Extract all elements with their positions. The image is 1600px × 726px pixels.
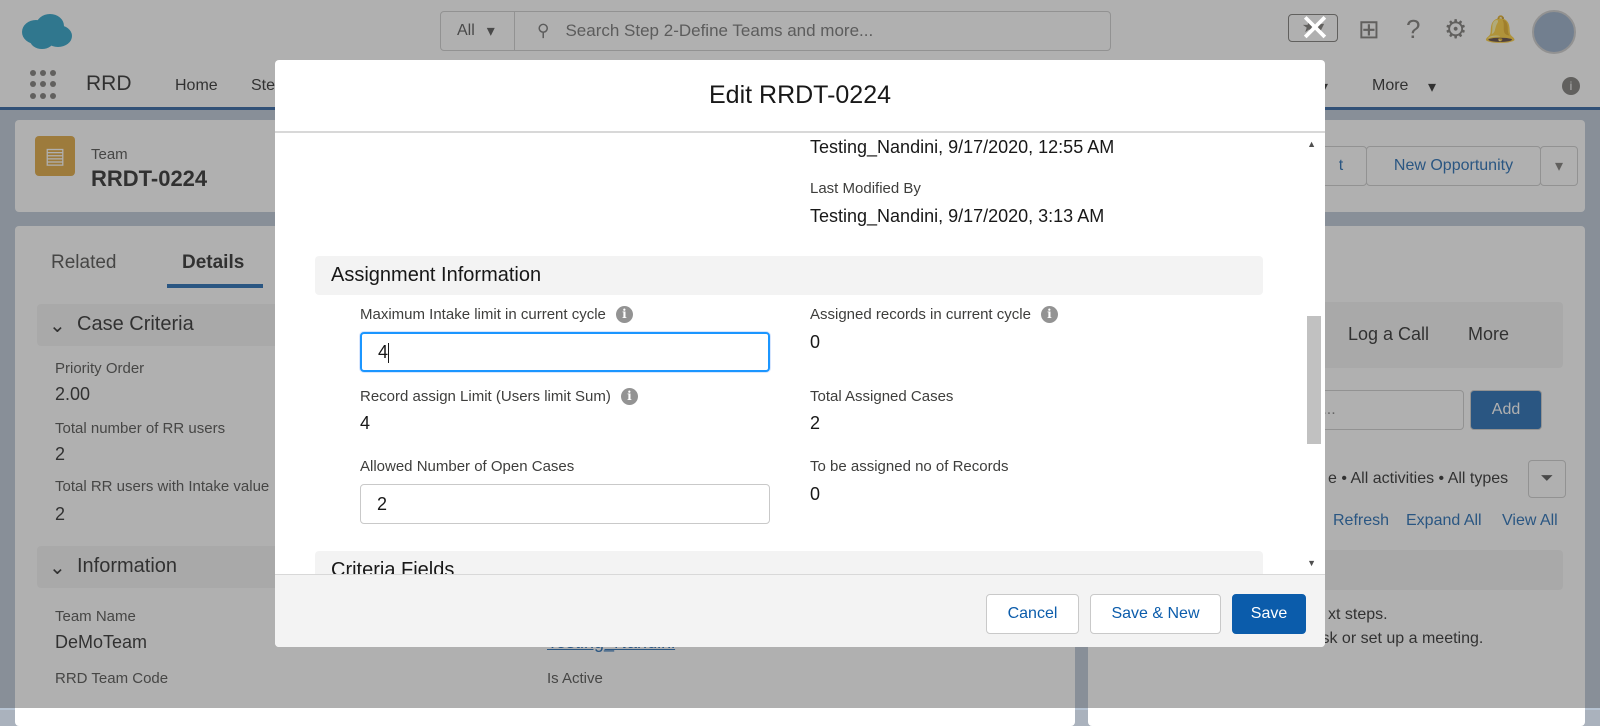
text-cursor (388, 343, 390, 364)
save-and-new-button[interactable]: Save & New (1090, 594, 1221, 634)
scrollbar-thumb[interactable] (1307, 316, 1321, 444)
record-assign-limit-label: Record assign Limit (Users limit Sum) i (360, 388, 638, 405)
assigned-records-label: Assigned records in current cycle i (810, 306, 1058, 323)
scroll-up-icon[interactable]: ▲ (1307, 139, 1316, 149)
field-label-text: Record assign Limit (Users limit Sum) (360, 388, 611, 405)
modal-body: Testing_Nandini, 9/17/2020, 12:55 AM Las… (275, 133, 1325, 574)
allowed-open-cases-input[interactable]: 2 (360, 484, 770, 524)
modal-footer: Cancel Save & New Save (275, 574, 1325, 647)
total-assigned-cases-value: 2 (810, 413, 821, 433)
info-icon[interactable]: i (620, 388, 638, 405)
last-modified-label: Last Modified By (810, 180, 921, 197)
modal-title: Edit RRDT-0224 (708, 81, 892, 109)
field-label-text: Total Assigned Cases (810, 388, 954, 405)
allowed-open-cases-value: 2 (377, 494, 388, 514)
cancel-button[interactable]: Cancel (986, 594, 1079, 634)
last-modified-value: Testing_Nandini, 9/17/2020, 3:13 AM (810, 206, 1105, 226)
to-be-assigned-value: 0 (810, 484, 821, 504)
max-intake-label: Maximum Intake limit in current cycle i (360, 306, 633, 323)
save-button[interactable]: Save (1232, 594, 1306, 634)
created-by-value: Testing_Nandini, 9/17/2020, 12:55 AM (810, 137, 1115, 157)
close-icon[interactable]: ✕ (1298, 10, 1332, 48)
criteria-fields-section: Criteria Fields (315, 551, 1263, 574)
assigned-records-value: 0 (810, 332, 821, 352)
edit-record-modal: Edit RRDT-0224 Testing_Nandini, 9/17/202… (275, 60, 1325, 647)
info-icon[interactable]: i (615, 306, 633, 323)
max-intake-input[interactable]: 4 (360, 332, 770, 372)
field-label-text: To be assigned no of Records (810, 458, 1009, 475)
field-label-text: Assigned records in current cycle (810, 306, 1031, 323)
record-assign-limit-value: 4 (360, 413, 371, 433)
max-intake-value: 4 (378, 342, 389, 362)
total-assigned-cases-label: Total Assigned Cases (810, 388, 953, 405)
modal-header: Edit RRDT-0224 (275, 60, 1325, 133)
info-icon[interactable]: i (1040, 306, 1058, 323)
modal-scrollbar[interactable]: ▲ ▼ (1299, 133, 1325, 574)
field-label-text: Allowed Number of Open Cases (360, 458, 575, 475)
allowed-open-cases-label: Allowed Number of Open Cases (360, 458, 574, 475)
field-label-text: Maximum Intake limit in current cycle (360, 306, 606, 323)
scroll-down-icon[interactable]: ▼ (1307, 558, 1316, 568)
assignment-information-section: Assignment Information (315, 256, 1263, 295)
to-be-assigned-label: To be assigned no of Records (810, 458, 1008, 475)
